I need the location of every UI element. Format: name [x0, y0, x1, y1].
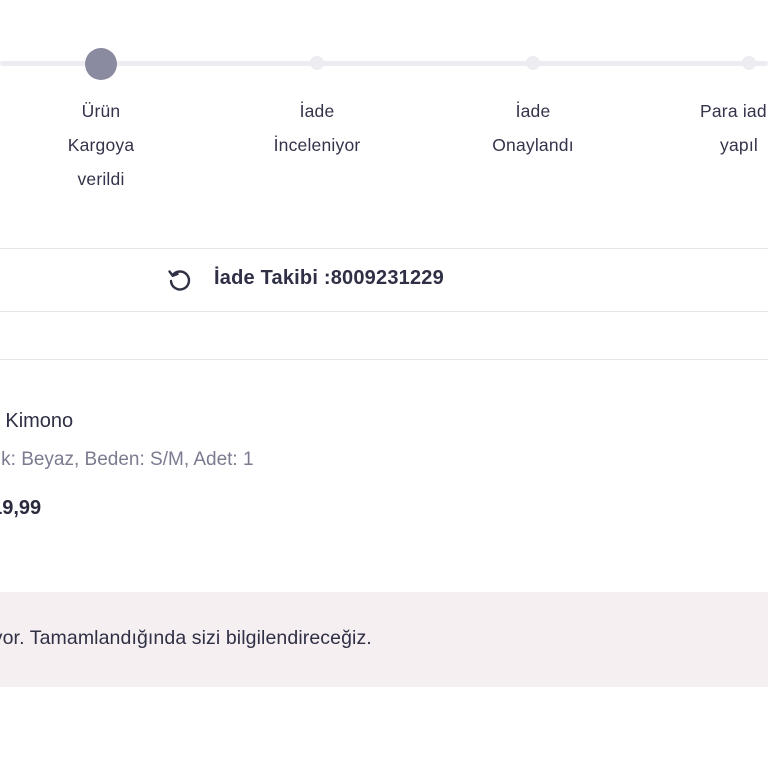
step-label-line: Para iad: [700, 101, 767, 121]
step-label: İade İnceleniyor: [242, 94, 392, 162]
step-label-line: Kargoya: [67, 135, 135, 155]
product-attributes: enk: Beyaz, Beden: S/M, Adet: 1: [0, 449, 254, 470]
return-tracking-row[interactable]: İade Takibi :8009231229: [0, 249, 768, 311]
step-dot: [526, 56, 540, 70]
return-progress-stepper: Ürün Kargoya verildi İade İnceleniyor İa…: [0, 0, 768, 200]
return-tracking-page: Ürün Kargoya verildi İade İnceleniyor İa…: [0, 0, 768, 768]
step-dot-active: [85, 48, 117, 80]
info-banner-text: leniyor. Tamamlandığında sizi bilgilendi…: [0, 627, 372, 649]
divider: [0, 311, 768, 312]
step-label-line: İade: [299, 101, 335, 121]
step-label-line: verildi: [77, 169, 125, 189]
step-dot: [742, 56, 756, 70]
refresh-icon[interactable]: [166, 266, 194, 294]
step-label: Ürün Kargoya verildi: [26, 94, 176, 196]
product-price: 419,99: [0, 497, 42, 519]
step-label-line: İade: [515, 101, 551, 121]
step-label: İade Onaylandı: [458, 94, 608, 162]
step-label-line: İnceleniyor: [273, 135, 361, 155]
return-tracking-title: İade Takibi :8009231229: [214, 267, 444, 289]
step-dot: [310, 56, 324, 70]
step-label-line: Onaylandı: [492, 135, 574, 155]
step-label-line: yapıl: [720, 135, 758, 155]
product-name: ute Kimono: [0, 410, 74, 432]
step-label-line: Ürün: [81, 101, 121, 121]
step-label: Para iad yapıl: [700, 94, 768, 162]
divider: [0, 359, 768, 360]
info-banner: leniyor. Tamamlandığında sizi bilgilendi…: [0, 592, 768, 687]
